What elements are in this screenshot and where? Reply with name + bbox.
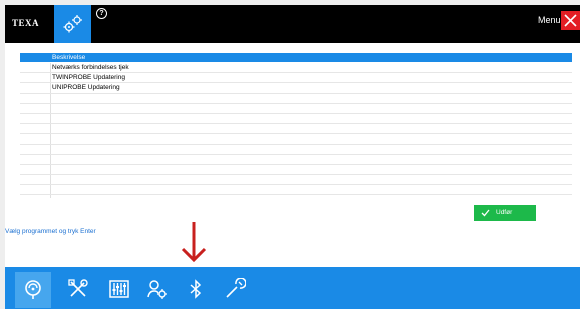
- nav-wrench[interactable]: [217, 272, 253, 308]
- table-row: [20, 155, 572, 165]
- down-arrow-icon: [181, 222, 207, 263]
- row-label: Netværks forbindelses tjek: [52, 64, 129, 71]
- nav-tools[interactable]: [60, 272, 96, 308]
- wrench-icon: [226, 278, 246, 298]
- table-row: [20, 134, 572, 145]
- top-bar: TEXA ? Menu: [5, 5, 580, 43]
- instruction-text: Vælg programmet og tryk Enter: [5, 228, 96, 235]
- nav-user-settings[interactable]: [139, 272, 175, 308]
- close-icon: [564, 14, 577, 27]
- table-row: [20, 114, 572, 125]
- program-table: Beskrivelse Netværks forbindelses tjek T…: [20, 53, 572, 198]
- row-label: UNIPROBE Updatering: [52, 84, 120, 92]
- close-button[interactable]: [561, 11, 580, 30]
- exit-button[interactable]: Udfør: [474, 205, 536, 221]
- table-row[interactable]: Netværks forbindelses tjek: [20, 63, 572, 74]
- bottom-nav: [5, 267, 580, 309]
- nav-equalizer[interactable]: [101, 272, 137, 308]
- nav-diagnosis[interactable]: [15, 272, 51, 308]
- settings-button[interactable]: [54, 5, 91, 43]
- bluetooth-icon: [190, 279, 202, 299]
- app-window: TEXA ? Menu Beskrivelse Netværks forbind…: [5, 5, 580, 309]
- equalizer-icon: [109, 280, 129, 298]
- column-header-description: Beskrivelse: [52, 54, 86, 61]
- table-row: [20, 175, 572, 186]
- nav-bluetooth[interactable]: [178, 272, 214, 308]
- table-row: [20, 124, 572, 135]
- diagnosis-icon: [25, 280, 41, 299]
- gears-icon: [63, 15, 82, 33]
- table-row: [20, 94, 572, 104]
- table-row: [20, 145, 572, 155]
- table-header: Beskrivelse: [20, 53, 572, 62]
- menu-label[interactable]: Menu: [538, 15, 561, 25]
- help-icon[interactable]: ?: [96, 8, 107, 19]
- table-row: [20, 165, 572, 176]
- row-label: TWINPROBE Updatering: [52, 74, 125, 82]
- check-icon: [481, 209, 490, 217]
- table-row: [20, 104, 572, 114]
- tools-icon: [68, 279, 88, 297]
- table-row[interactable]: TWINPROBE Updatering: [20, 73, 572, 84]
- table-rows: Netværks forbindelses tjek TWINPROBE Upd…: [20, 63, 572, 196]
- table-row: [20, 185, 572, 196]
- user-settings-icon: [147, 280, 167, 299]
- texa-logo: TEXA: [12, 18, 40, 28]
- table-row[interactable]: UNIPROBE Updatering: [20, 83, 572, 94]
- exit-button-label: Udfør: [496, 209, 513, 216]
